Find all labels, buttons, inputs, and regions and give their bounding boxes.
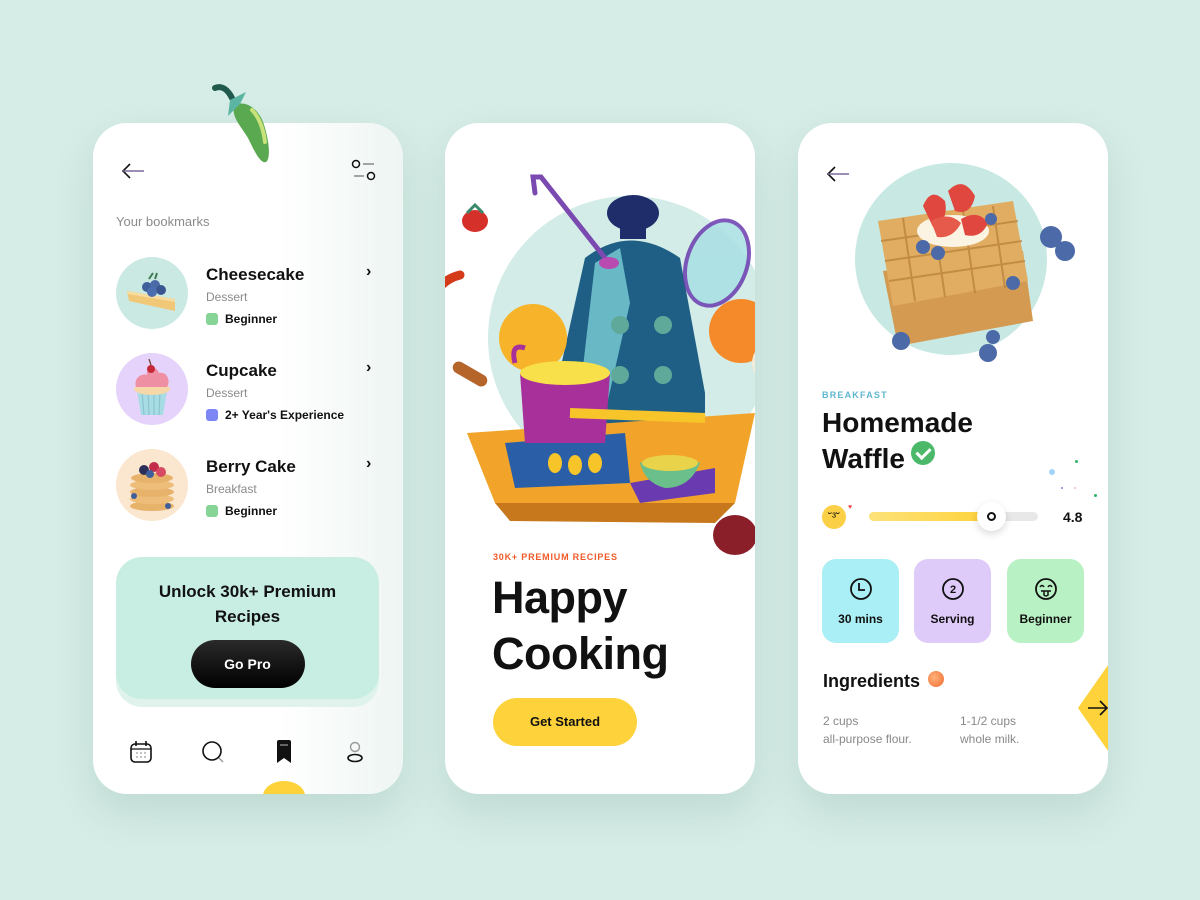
stat-cooking-time[interactable]: 30 mins [822,559,899,643]
level-indicator [206,409,218,421]
recipe-title-line: Waffle [822,443,905,474]
recipe-title-line: Homemade [822,407,973,438]
bookmarks-section-label: Your bookmarks [116,214,210,229]
stat-label: 30 mins [838,612,883,626]
berry-cake-thumbnail [116,449,188,521]
go-pro-button[interactable]: Go Pro [190,640,305,688]
bookmark-level: Beginner [206,504,277,518]
bookmark-category: Dessert [206,386,248,400]
cupcake-icon [134,359,170,416]
recipe-title: Homemade Waffle [822,405,973,477]
hero-title-line: Cooking [492,628,669,679]
cheesecake-icon [127,272,175,311]
bookmark-icon[interactable] [271,739,297,765]
recipe-category: BREAKFAST [822,390,888,400]
premium-promo-card: Unlock 30k+ Premium Recipes Go Pro [116,557,379,699]
ingredient-qty: 1-1/2 cups [960,714,1017,728]
pancakes-icon [130,462,174,511]
confetti-dot [1049,469,1055,475]
chevron-right-icon[interactable]: › [366,455,371,473]
bookmark-name: Cupcake [206,361,277,380]
rating-slider-thumb[interactable] [976,502,1006,531]
level-label: Beginner [225,504,278,518]
ingredient-name: whole milk. [960,732,1020,746]
promo-title: Unlock 30k+ Premium Recipes [158,582,337,626]
recipe-title-line-2: Waffle [822,441,973,477]
stat-label: Beginner [1019,612,1072,626]
waffle-illustration [855,163,1075,362]
clock-icon [849,578,872,600]
premium-recipes-kicker: 30K+ PREMIUM RECIPES [493,552,618,562]
cheesecake-thumbnail [116,257,188,329]
bookmark-level: 2+ Year's Experience [206,408,344,422]
get-started-button[interactable]: Get Started [493,698,637,746]
bookmark-name: Berry Cake [206,457,296,476]
profile-icon[interactable] [342,739,368,765]
ingredient-name: all-purpose flour. [823,732,912,746]
search-icon[interactable] [200,739,226,765]
verified-check-icon [910,441,935,465]
serving-icon: 2 [941,578,964,600]
bookmark-item-berry-cake[interactable]: Berry Cake Breakfast Beginner › [116,449,386,525]
recipe-detail-screen: BREAKFAST Homemade Waffle ˘³˘ ♥ 4.8 30 m… [798,123,1108,794]
peach-icon [928,671,945,687]
active-nav-indicator [263,781,305,794]
stat-label: Serving [930,612,975,626]
calendar-icon[interactable] [128,739,154,765]
rating-slider[interactable] [869,502,1038,531]
back-arrow-icon[interactable] [120,161,146,181]
heart-icon: ♥ [848,504,853,511]
green-pepper-decoration [212,84,269,163]
ingredient-qty: 2 cups [823,714,859,728]
rating-value: 4.8 [1063,509,1083,525]
ingredients-heading: Ingredients [823,671,945,692]
chevron-right-icon[interactable]: › [366,263,371,281]
level-indicator [206,505,218,517]
cupcake-thumbnail [116,353,188,425]
confetti-dot [1075,460,1078,463]
bookmark-name: Cheesecake [206,265,305,284]
next-button[interactable] [1078,663,1108,753]
bookmark-category: Breakfast [206,482,257,496]
chevron-right-icon[interactable]: › [366,359,371,377]
hero-title: Happy Cooking [492,570,669,682]
kiss-emoji-icon: ˘³˘ [822,505,846,529]
confetti-dot [1094,494,1097,497]
filter-icon[interactable] [351,159,377,183]
level-label: Beginner [225,312,278,326]
rating-slider-fill [869,512,991,521]
bookmark-level: Beginner [206,312,277,326]
back-arrow-icon[interactable] [825,164,851,184]
stat-difficulty[interactable]: Beginner [1007,559,1084,643]
stat-serving[interactable]: 2 Serving [914,559,991,643]
tongue-face-icon [1034,578,1057,600]
bookmark-item-cheesecake[interactable]: Cheesecake Dessert Beginner › [116,257,386,333]
welcome-screen: 30K+ PREMIUM RECIPES Happy Cooking Get S… [445,123,755,794]
arrow-right-icon [1088,700,1108,716]
bottom-navigation [93,735,403,771]
level-label: 2+ Year's Experience [225,408,345,422]
hero-title-line: Happy [492,572,628,623]
bookmark-category: Dessert [206,290,248,304]
bookmarks-screen: Your bookmarks Cheesecake Dessert Beginn… [93,123,403,794]
ingredients-heading-text: Ingredients [823,671,921,691]
ingredient-item: 1-1/2 cups whole milk. [960,712,1019,748]
ingredient-item: 2 cups all-purpose flour. [823,712,912,748]
bookmark-item-cupcake[interactable]: Cupcake Dessert 2+ Year's Experience › [116,353,386,429]
confetti-dot [1061,487,1063,489]
serving-count: 2 [949,584,955,596]
confetti-dot [1074,487,1076,489]
chef-cooking-illustration [445,174,755,555]
level-indicator [206,313,218,325]
